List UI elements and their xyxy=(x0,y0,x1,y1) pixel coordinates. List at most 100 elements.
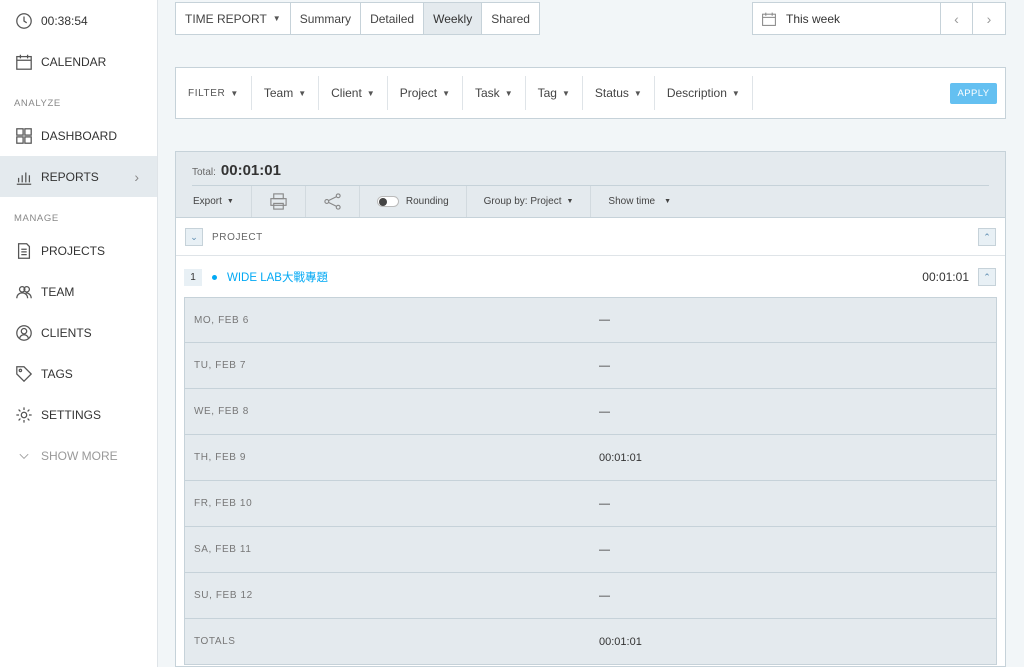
show-time-dropdown[interactable]: Show time ▼ xyxy=(591,186,688,217)
sidebar-item-clients[interactable]: CLIENTS xyxy=(0,312,157,353)
table-row: WE, FEB 8 — xyxy=(184,389,997,435)
document-icon xyxy=(14,241,33,260)
date-range-field[interactable]: This week xyxy=(753,3,941,34)
printer-icon xyxy=(270,193,287,210)
report-type-dropdown[interactable]: TIME REPORT ▼ xyxy=(176,3,291,34)
caret-down-icon: ▼ xyxy=(366,88,375,98)
totals-value: 00:01:01 xyxy=(599,635,642,648)
chevron-down-icon: ⌄ xyxy=(190,231,198,242)
day-label: TH, FEB 9 xyxy=(194,452,247,463)
filter-client[interactable]: Client ▼ xyxy=(319,76,388,110)
report-tabs: TIME REPORT ▼ Summary Detailed Weekly Sh… xyxy=(175,2,540,35)
tab-shared[interactable]: Shared xyxy=(482,3,539,34)
team-icon xyxy=(14,282,33,301)
share-button[interactable] xyxy=(306,186,360,217)
project-color-dot xyxy=(212,274,217,280)
next-period-button[interactable]: › xyxy=(973,3,1005,34)
caret-down-icon: ▼ xyxy=(664,198,672,205)
table-row: TH, FEB 9 00:01:01 xyxy=(184,435,997,481)
chevron-up-icon: ⌃ xyxy=(983,231,991,242)
total-value: 00:01:01 xyxy=(220,162,281,179)
filter-project[interactable]: Project ▼ xyxy=(388,76,463,110)
sidebar-item-calendar[interactable]: CALENDAR xyxy=(0,41,157,82)
previous-period-button[interactable]: ‹ xyxy=(941,3,973,34)
tab-summary[interactable]: Summary xyxy=(290,3,362,34)
tab-detailed[interactable]: Detailed xyxy=(361,3,425,34)
table-row: SA, FEB 11 — xyxy=(184,527,997,573)
day-value: — xyxy=(599,359,610,372)
day-label: TU, FEB 7 xyxy=(194,360,247,371)
show-time-label: Show time xyxy=(608,196,656,207)
analyze-section-label: ANALYZE xyxy=(14,98,61,109)
caret-down-icon: ▼ xyxy=(272,14,281,23)
sidebar: 00:38:54 CALENDAR ANALYZE DASHBOARD REPO… xyxy=(0,0,158,667)
collapse-all-button[interactable]: ⌃ xyxy=(978,228,996,246)
total-label: Total: xyxy=(192,167,216,178)
filter-item-label: Project xyxy=(399,86,438,100)
show-more-label: SHOW MORE xyxy=(41,448,118,463)
day-value: — xyxy=(599,405,610,418)
apply-button[interactable]: APPLY xyxy=(950,83,997,104)
sidebar-item-settings[interactable]: SETTINGS xyxy=(0,394,157,435)
caret-down-icon: ▼ xyxy=(226,198,234,205)
show-more-button[interactable]: SHOW MORE xyxy=(0,435,157,476)
day-label: MO, FEB 6 xyxy=(194,314,249,326)
project-name[interactable]: WIDE LAB大戰專題 xyxy=(227,269,328,285)
timer-value: 00:38:54 xyxy=(41,13,88,28)
group-by-label: Group by: Project xyxy=(483,196,562,207)
table-row: FR, FEB 10 — xyxy=(184,481,997,527)
caret-down-icon: ▼ xyxy=(298,88,307,98)
report-panel: Total: 00:01:01 Export ▼ Rounding Group … xyxy=(175,151,1006,667)
filter-team[interactable]: Team ▼ xyxy=(252,76,320,110)
sidebar-item-team[interactable]: TEAM xyxy=(0,271,157,312)
filter-status[interactable]: Status ▼ xyxy=(583,76,655,110)
print-button[interactable] xyxy=(252,186,306,217)
project-group-row[interactable]: 1 WIDE LAB大戰專題 00:01:01 ⌃ xyxy=(176,257,1005,297)
filter-bar: FILTER ▼ Team ▼ Client ▼ Project ▼ Task … xyxy=(175,67,1006,119)
tag-icon xyxy=(14,364,33,383)
group-by-dropdown[interactable]: Group by: Project ▼ xyxy=(467,186,592,217)
tab-weekly[interactable]: Weekly xyxy=(424,3,483,34)
expand-all-button[interactable]: ⌄ xyxy=(185,228,203,246)
filter-tag[interactable]: Tag ▼ xyxy=(526,76,583,110)
export-label: Export xyxy=(193,196,222,207)
chevron-right-icon: › xyxy=(134,168,139,185)
sidebar-item-label: SETTINGS xyxy=(41,407,102,422)
day-label: WE, FEB 8 xyxy=(194,406,249,417)
sidebar-item-label: TAGS xyxy=(41,366,73,381)
sidebar-item-reports[interactable]: REPORTS › xyxy=(0,156,157,197)
filter-item-label: Client xyxy=(331,86,362,100)
sidebar-item-label: TEAM xyxy=(41,284,75,299)
report-type-label: TIME REPORT xyxy=(185,11,267,26)
totals-row: TOTALS 00:01:01 xyxy=(184,619,997,665)
clock-icon xyxy=(14,11,33,30)
sidebar-item-projects[interactable]: PROJECTS xyxy=(0,230,157,271)
bar-chart-icon xyxy=(14,167,33,186)
toggle-switch[interactable] xyxy=(376,196,399,207)
day-label: SU, FEB 12 xyxy=(194,590,253,601)
chevron-up-icon: ⌃ xyxy=(983,271,991,282)
sidebar-item-label: CLIENTS xyxy=(41,325,92,340)
collapse-group-button[interactable]: ⌃ xyxy=(978,268,996,286)
rounding-toggle[interactable]: Rounding xyxy=(360,186,467,217)
filter-item-label: Team xyxy=(263,86,294,100)
share-icon xyxy=(324,193,341,210)
sidebar-item-tags[interactable]: TAGS xyxy=(0,353,157,394)
totals-label: TOTALS xyxy=(194,636,236,647)
day-value: — xyxy=(599,314,610,326)
column-header-row: ⌄ PROJECT ⌃ xyxy=(176,219,1005,256)
user-circle-icon xyxy=(14,323,33,342)
filter-item-label: Task xyxy=(475,86,500,100)
filter-dropdown[interactable]: FILTER ▼ xyxy=(176,76,252,110)
caret-down-icon: ▼ xyxy=(566,198,574,205)
caret-down-icon: ▼ xyxy=(504,88,513,98)
day-value: — xyxy=(599,497,610,510)
filter-task[interactable]: Task ▼ xyxy=(463,76,526,110)
timer-item[interactable]: 00:38:54 xyxy=(0,0,157,41)
filter-item-label: Description xyxy=(666,86,727,100)
sidebar-item-dashboard[interactable]: DASHBOARD xyxy=(0,115,157,156)
export-dropdown[interactable]: Export ▼ xyxy=(176,186,252,217)
sidebar-item-label: DASHBOARD xyxy=(41,128,118,143)
filter-description[interactable]: Description ▼ xyxy=(655,76,753,110)
calendar-icon xyxy=(762,12,776,26)
